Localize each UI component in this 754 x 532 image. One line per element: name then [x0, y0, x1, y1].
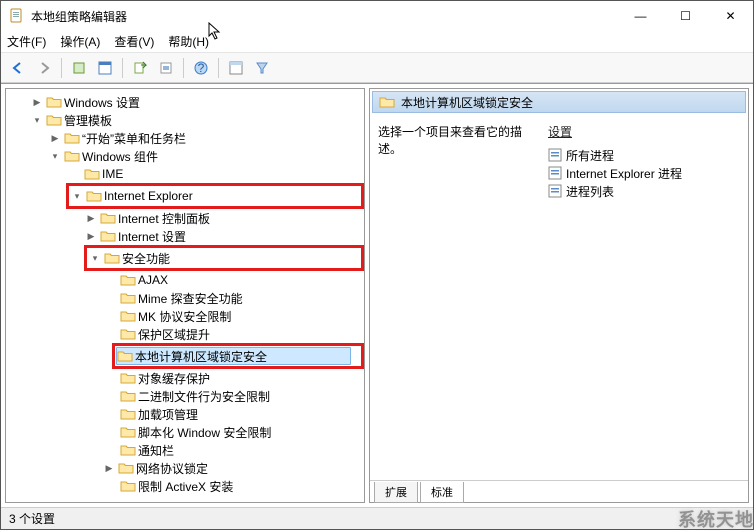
folder-icon [120, 327, 136, 341]
up-button[interactable] [68, 57, 90, 79]
help-button[interactable]: ? [190, 57, 212, 79]
tree-item-security-features[interactable]: ▾安全功能 [88, 249, 321, 267]
settings-column-header[interactable]: 设置 [548, 123, 740, 140]
menu-help[interactable]: 帮助(H) [168, 33, 209, 50]
collapse-icon[interactable]: ▾ [30, 113, 44, 127]
setting-ie-processes[interactable]: Internet Explorer 进程 [548, 164, 740, 182]
folder-icon [120, 443, 136, 457]
export-button[interactable] [129, 57, 151, 79]
tab-extended[interactable]: 扩展 [374, 482, 418, 503]
status-bar: 3 个设置 [1, 507, 753, 529]
svg-text:?: ? [198, 61, 205, 75]
tree-item-internet-control-panel[interactable]: ▶Internet 控制面板 [12, 209, 364, 227]
tab-standard[interactable]: 标准 [420, 482, 464, 503]
folder-icon [46, 95, 62, 109]
app-icon [9, 8, 25, 24]
folder-icon [120, 407, 136, 421]
tree-item-mime[interactable]: Mime 探查安全功能 [12, 289, 364, 307]
details-pane: 本地计算机区域锁定安全 选择一个项目来查看它的描述。 设置 所有进程 Inter… [369, 88, 749, 503]
title-bar: 本地组策略编辑器 — ☐ ✕ [1, 1, 753, 31]
folder-icon [120, 291, 136, 305]
folder-icon [86, 189, 102, 203]
tree-item-windows-settings[interactable]: ▶Windows 设置 [12, 93, 364, 111]
folder-icon [118, 461, 134, 475]
details-title: 本地计算机区域锁定安全 [401, 94, 533, 111]
folder-icon [117, 349, 133, 363]
setting-icon [548, 184, 562, 198]
collapse-icon[interactable]: ▾ [88, 251, 102, 265]
details-header: 本地计算机区域锁定安全 [372, 91, 746, 113]
folder-icon [120, 371, 136, 385]
tree-item-admin-templates[interactable]: ▾管理模板 [12, 111, 364, 129]
setting-all-processes[interactable]: 所有进程 [548, 146, 740, 164]
description-text: 选择一个项目来查看它的描述。 [378, 123, 548, 472]
expand-icon[interactable]: ▶ [48, 131, 62, 145]
tree-item-addon-mgmt[interactable]: 加载项管理 [12, 405, 364, 423]
refresh-button[interactable] [155, 57, 177, 79]
menu-file[interactable]: 文件(F) [7, 33, 46, 50]
window-title: 本地组策略编辑器 [31, 8, 618, 25]
tree-item-ajax[interactable]: AJAX [12, 271, 364, 289]
expand-icon[interactable]: ▶ [84, 211, 98, 225]
filter-button[interactable] [251, 57, 273, 79]
tree-item-network-protocol-lockdown[interactable]: ▶网络协议锁定 [12, 459, 364, 477]
tree-item-binary-behaviors[interactable]: 二进制文件行为安全限制 [12, 387, 364, 405]
back-button[interactable] [7, 57, 29, 79]
tree-item-start-menu[interactable]: ▶“开始”菜单和任务栏 [12, 129, 364, 147]
folder-icon [120, 309, 136, 323]
expand-icon[interactable]: ▶ [84, 229, 98, 243]
maximize-button[interactable]: ☐ [663, 1, 708, 31]
tree-item-notification-bar[interactable]: 通知栏 [12, 441, 364, 459]
menu-view[interactable]: 查看(V) [114, 33, 154, 50]
setting-icon [548, 148, 562, 162]
folder-icon [379, 95, 395, 109]
tree-item-object-caching[interactable]: 对象缓存保护 [12, 369, 364, 387]
expand-icon[interactable]: ▶ [30, 95, 44, 109]
forward-button[interactable] [33, 57, 55, 79]
tree-item-local-machine-zone-lockdown[interactable]: 本地计算机区域锁定安全 [116, 347, 351, 365]
collapse-icon[interactable]: ▾ [48, 149, 62, 163]
tree-pane[interactable]: ▶Windows 设置 ▾管理模板 ▶“开始”菜单和任务栏 ▾Windows 组… [5, 88, 365, 503]
folder-icon [120, 389, 136, 403]
folder-icon [64, 149, 80, 163]
collapse-icon[interactable]: ▾ [70, 189, 84, 203]
toolbar: ? [1, 53, 753, 83]
folder-icon [84, 167, 100, 181]
view-tabs: 扩展 标准 [370, 480, 748, 502]
menu-bar: 文件(F) 操作(A) 查看(V) 帮助(H) [1, 31, 753, 53]
expand-icon[interactable]: ▶ [102, 461, 116, 475]
setting-process-list[interactable]: 进程列表 [548, 182, 740, 200]
folder-icon [104, 251, 120, 265]
menu-action[interactable]: 操作(A) [60, 33, 100, 50]
folder-icon [100, 229, 116, 243]
tree-item-internet-settings[interactable]: ▶Internet 设置 [12, 227, 364, 245]
tree-item-zone-elevation[interactable]: 保护区域提升 [12, 325, 364, 343]
tree-item-windows-components[interactable]: ▾Windows 组件 [12, 147, 364, 165]
close-button[interactable]: ✕ [708, 1, 753, 31]
tree-item-scripted-window[interactable]: 脚本化 Window 安全限制 [12, 423, 364, 441]
setting-icon [548, 166, 562, 180]
tree-item-mk-protocol[interactable]: MK 协议安全限制 [12, 307, 364, 325]
folder-icon [120, 425, 136, 439]
folder-icon [120, 479, 136, 493]
show-hide-button[interactable] [94, 57, 116, 79]
properties-button[interactable] [225, 57, 247, 79]
folder-icon [64, 131, 80, 145]
tree-item-restrict-activex[interactable]: 限制 ActiveX 安装 [12, 477, 364, 495]
tree-item-internet-explorer[interactable]: ▾Internet Explorer [70, 187, 321, 205]
folder-icon [46, 113, 62, 127]
tree-item-ime[interactable]: IME [12, 165, 364, 183]
folder-icon [100, 211, 116, 225]
folder-icon [120, 273, 136, 287]
minimize-button[interactable]: — [618, 1, 663, 31]
status-text: 3 个设置 [9, 510, 55, 527]
